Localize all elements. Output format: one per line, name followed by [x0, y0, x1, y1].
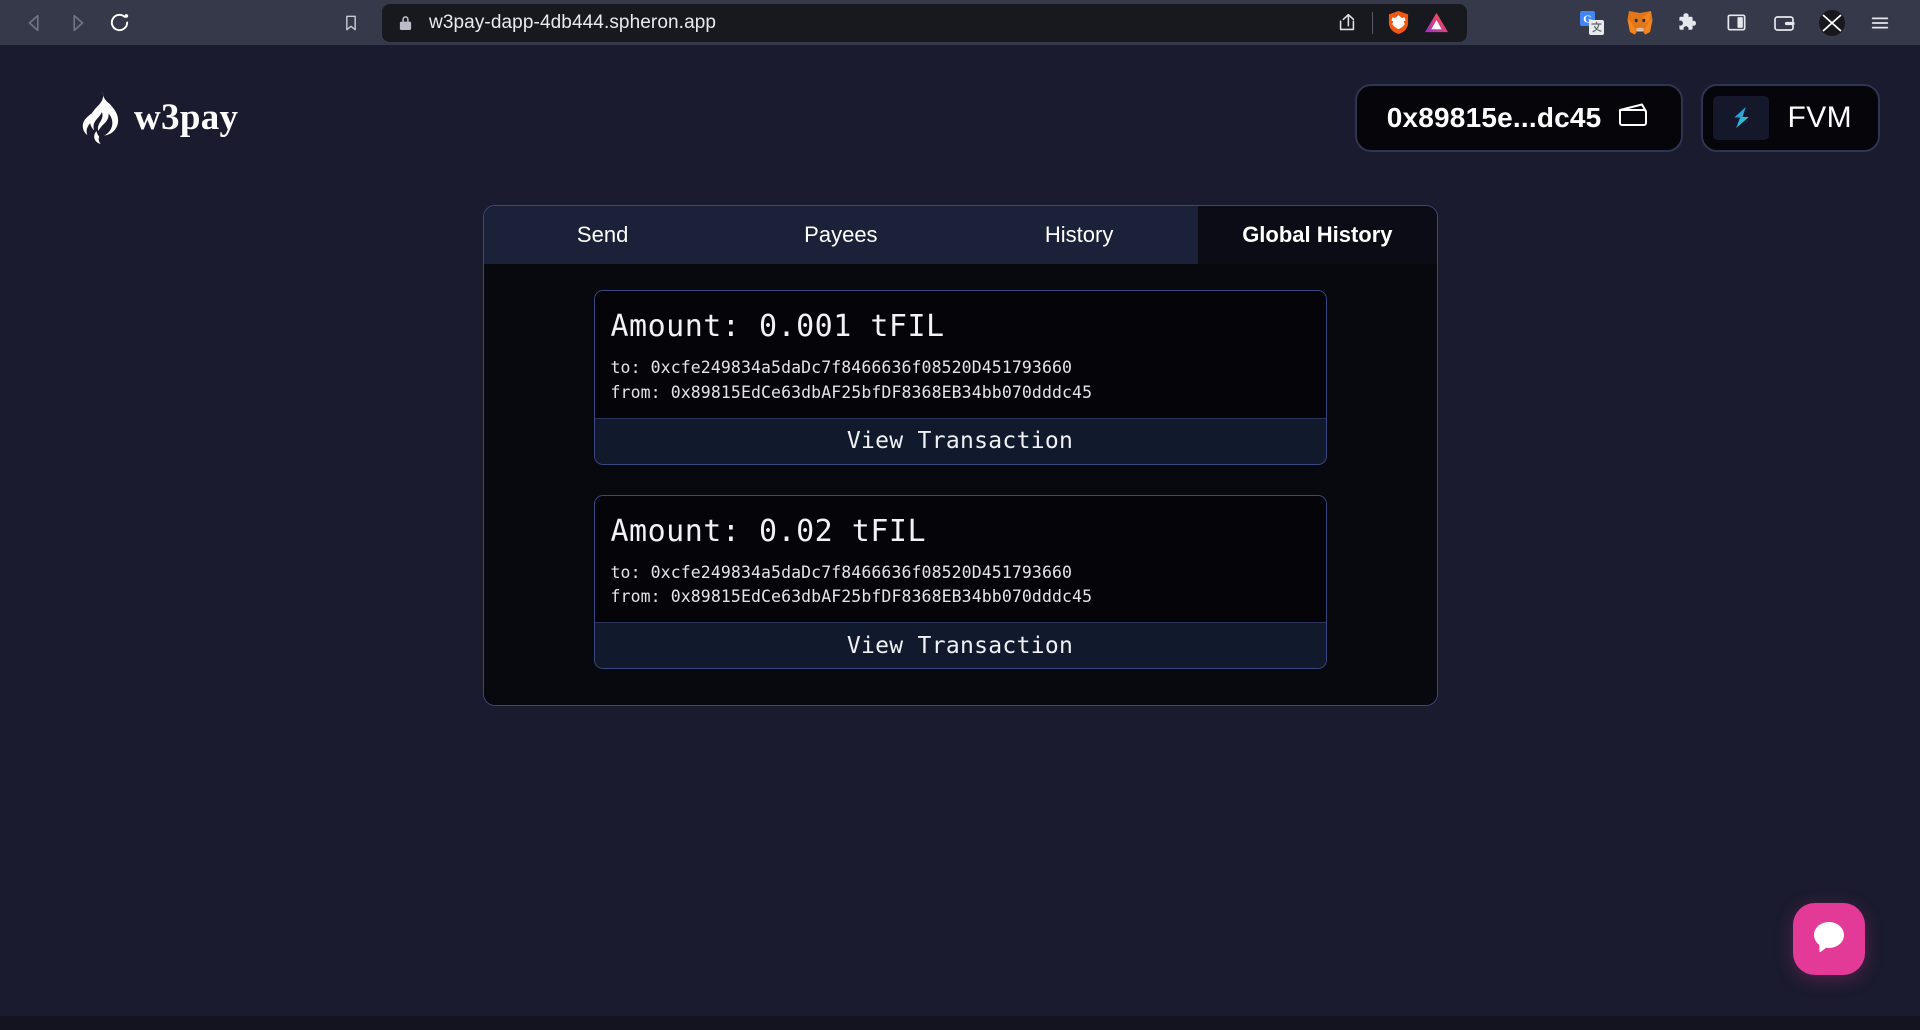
view-transaction-button[interactable]: View Transaction: [594, 417, 1326, 464]
transaction-from: from: 0x89815EdCe63dbAF25bfDF8368EB34bb0…: [610, 587, 1093, 607]
wallet-address-label: 0x89815e...dc45: [1386, 101, 1602, 133]
flame-icon: [80, 91, 120, 144]
transaction-to: to: 0xcfe249834a5daDc7f8466636f08520D451…: [610, 562, 1073, 582]
page-bottom-strip: [0, 1016, 1920, 1030]
address-bar-actions: [1328, 4, 1455, 42]
browser-toolbar: w3pay-dapp-4db444.spheron.app G: [0, 0, 1920, 45]
share-icon[interactable]: [1328, 4, 1366, 42]
tab-send[interactable]: Send: [484, 206, 722, 264]
toolbar-divider: [1372, 11, 1373, 34]
browser-back-button[interactable]: [14, 2, 56, 44]
main-panel: Send Payees History Global History Amoun…: [482, 205, 1438, 706]
address-bar[interactable]: w3pay-dapp-4db444.spheron.app: [382, 3, 1467, 42]
transaction-to: to: 0xcfe249834a5daDc7f8466636f08520D451…: [610, 358, 1073, 377]
tab-global-history[interactable]: Global History: [1198, 206, 1437, 264]
tab-payees[interactable]: Payees: [722, 206, 960, 264]
view-transaction-label: View Transaction: [846, 428, 1074, 454]
sidebar-toggle-icon[interactable]: [1712, 2, 1760, 44]
tab-global-history-label: Global History: [1242, 222, 1393, 247]
main-panel-wrapper: Send Payees History Global History Amoun…: [0, 205, 1920, 706]
brave-profile-icon[interactable]: [1808, 2, 1856, 44]
extension-tray: G: [1568, 2, 1906, 44]
tab-history[interactable]: History: [960, 206, 1198, 264]
chat-bubble-icon: [1810, 918, 1848, 961]
chat-widget-button[interactable]: [1793, 903, 1865, 975]
transaction-card: Amount: 0.02 tFIL to: 0xcfe249834a5daDc7…: [593, 494, 1327, 669]
brand-name: w3pay: [134, 97, 239, 138]
transaction-amount: Amount: 0.02 tFIL: [610, 513, 927, 549]
google-translate-extension[interactable]: G: [1568, 2, 1616, 44]
brave-shield-icon[interactable]: [1379, 4, 1417, 42]
wallet-button-icon[interactable]: [1760, 2, 1808, 44]
app-header: w3pay 0x89815e...dc45 FVM: [0, 45, 1920, 160]
tab-bar: Send Payees History Global History: [483, 206, 1437, 264]
bookmark-button[interactable]: [330, 2, 372, 44]
transaction-amount: Amount: 0.001 tFIL: [610, 309, 945, 344]
transaction-card: Amount: 0.001 tFIL to: 0xcfe249834a5daDc…: [593, 290, 1327, 465]
wallet-address-button[interactable]: 0x89815e...dc45: [1354, 83, 1684, 152]
browser-main-menu-icon[interactable]: [1856, 2, 1904, 44]
header-actions: 0x89815e...dc45 FVM: [1354, 83, 1880, 152]
brand-logo[interactable]: w3pay: [40, 91, 239, 144]
filecoin-logo-icon: [1713, 95, 1770, 140]
lock-icon: [398, 14, 413, 32]
tab-history-label: History: [1044, 222, 1114, 247]
app-page: w3pay 0x89815e...dc45 FVM Send Payees Hi…: [0, 45, 1920, 1030]
transaction-from: from: 0x89815EdCe63dbAF25bfDF8368EB34bb0…: [610, 382, 1093, 402]
extensions-puzzle-icon[interactable]: [1664, 2, 1712, 44]
tab-send-label: Send: [576, 222, 629, 247]
network-name-label: FVM: [1787, 100, 1852, 134]
view-transaction-button[interactable]: View Transaction: [594, 622, 1326, 668]
url-text[interactable]: w3pay-dapp-4db444.spheron.app: [429, 12, 1328, 34]
browser-reload-button[interactable]: [98, 2, 140, 44]
view-transaction-label: View Transaction: [846, 632, 1074, 659]
brave-rewards-triangle-icon[interactable]: [1417, 4, 1455, 42]
wallet-icon: [1617, 102, 1651, 133]
browser-forward-button[interactable]: [56, 2, 98, 44]
transaction-details: Amount: 0.02 tFIL to: 0xcfe249834a5daDc7…: [594, 495, 1326, 622]
metamask-extension[interactable]: [1616, 2, 1664, 44]
tab-payees-label: Payees: [804, 222, 878, 247]
global-history-list: Amount: 0.001 tFIL to: 0xcfe249834a5daDc…: [483, 264, 1437, 705]
network-selector-button[interactable]: FVM: [1701, 83, 1880, 152]
transaction-details: Amount: 0.001 tFIL to: 0xcfe249834a5daDc…: [594, 291, 1326, 418]
